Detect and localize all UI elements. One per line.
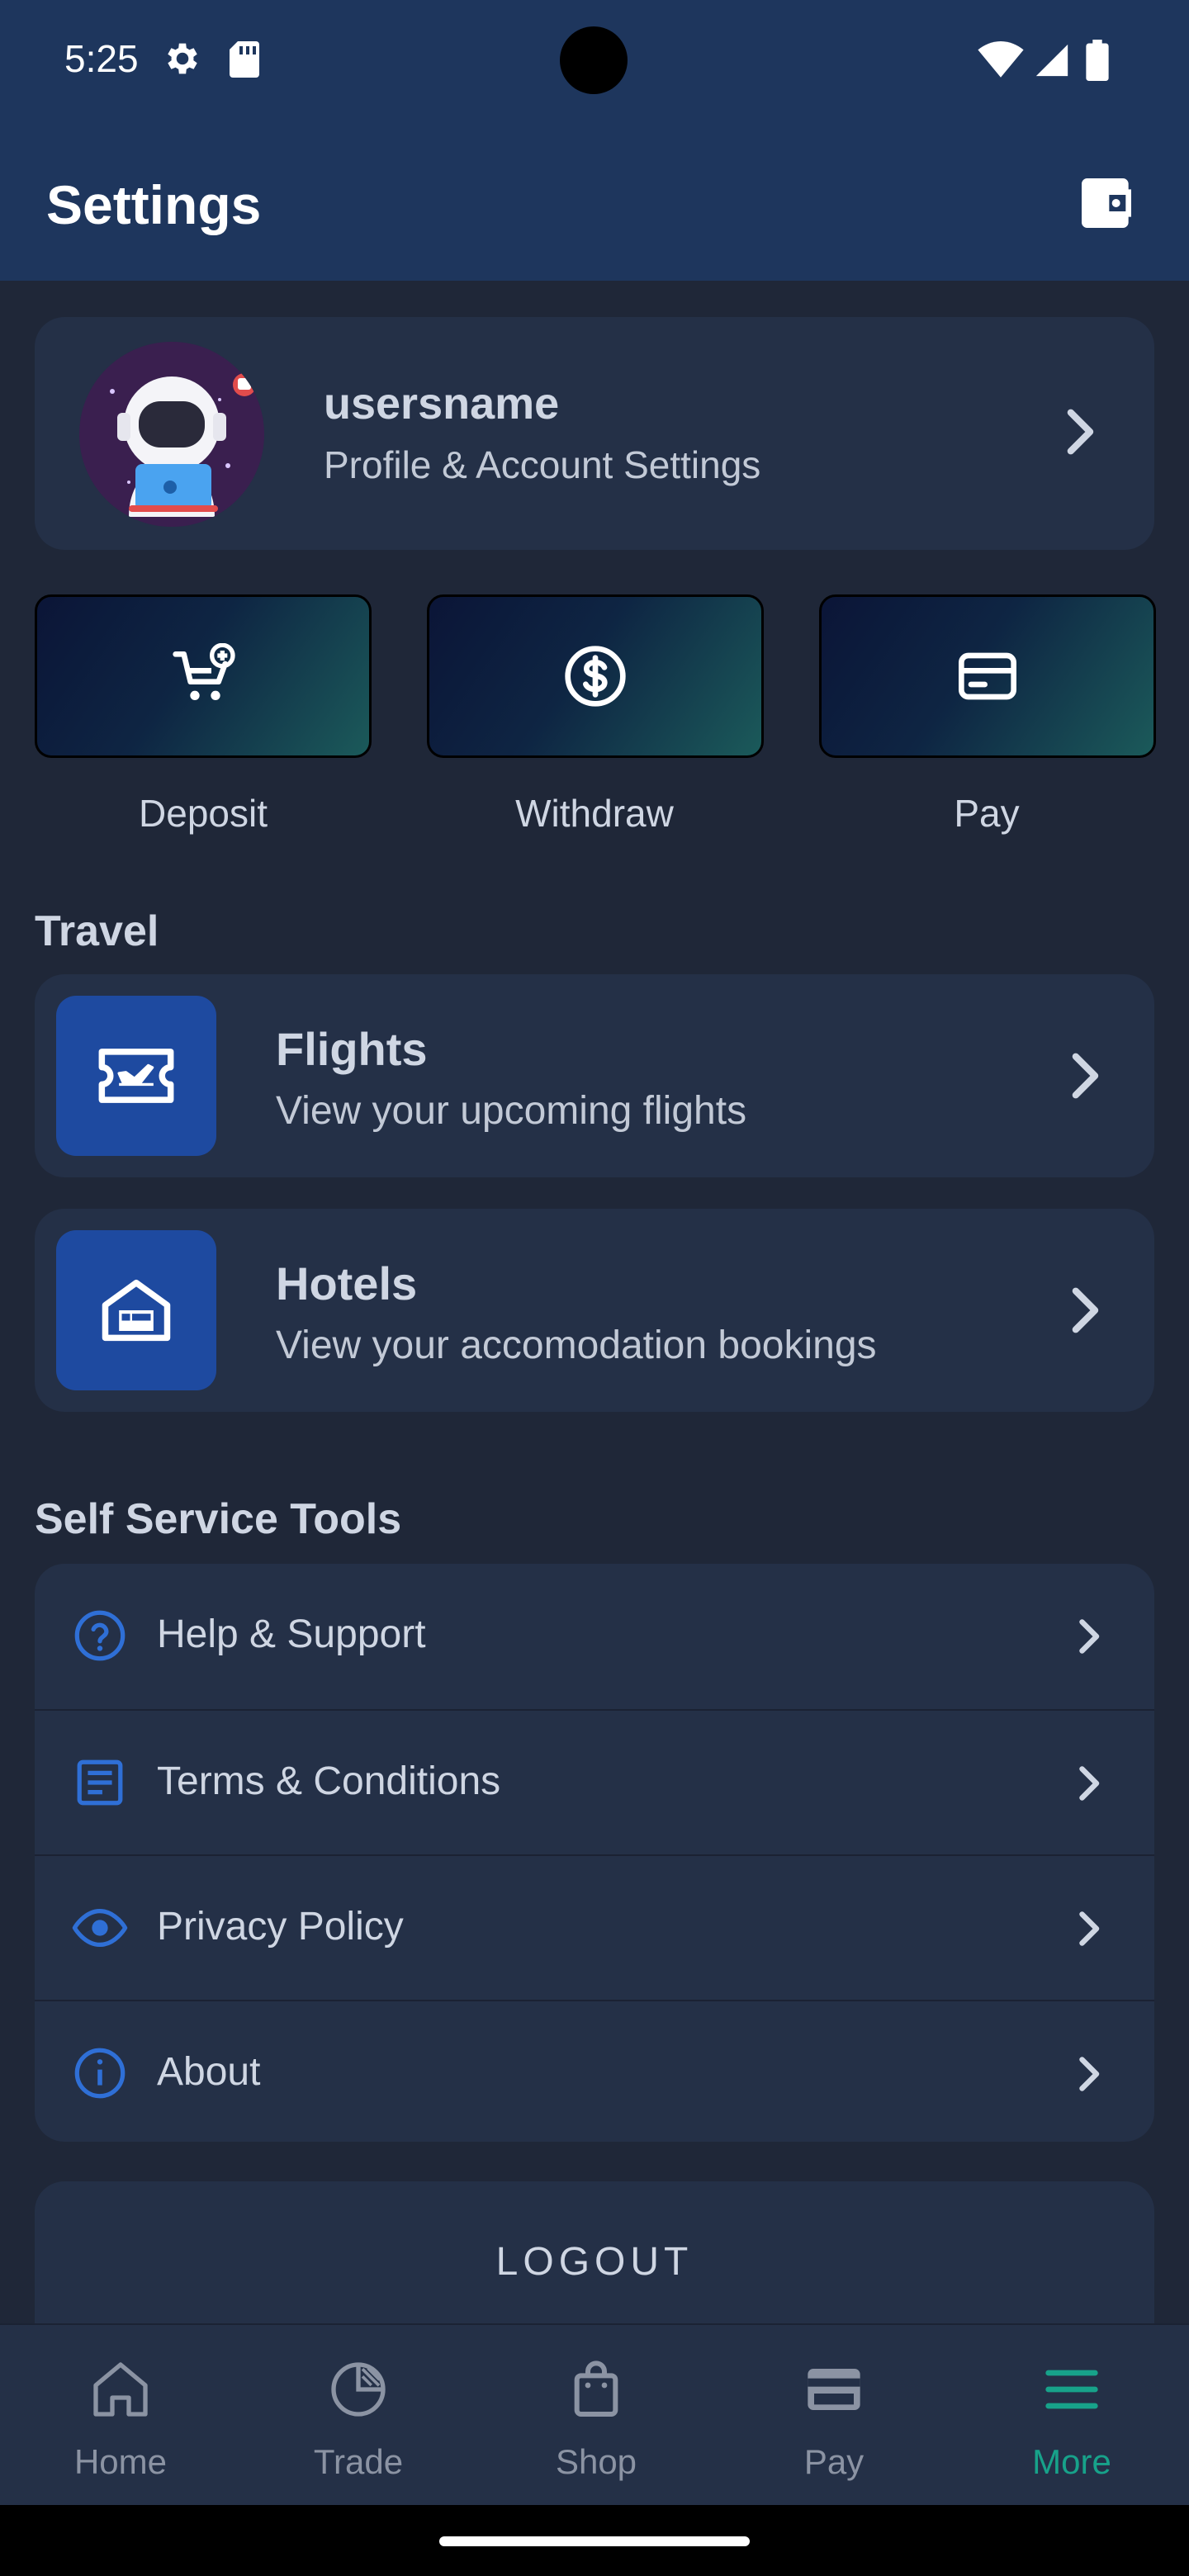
chevron-right-icon [1079, 2057, 1100, 2091]
document-icon [77, 1759, 123, 1806]
withdraw-label: Withdraw [515, 792, 674, 835]
nav-home-label: Home [73, 2442, 168, 2481]
chevron-right-icon [1079, 1766, 1100, 1801]
signal-icon [1035, 44, 1068, 77]
chevron-right-icon [1079, 1911, 1100, 1946]
chevron-right-icon [1079, 1619, 1100, 1654]
deposit-button[interactable] [35, 594, 372, 758]
nav-pay[interactable]: Pay [715, 2325, 953, 2507]
menu-icon [1045, 2370, 1098, 2409]
credit-card-icon [959, 652, 1016, 700]
gesture-area [0, 2505, 1189, 2576]
privacy-policy-label: Privacy Policy [157, 1905, 404, 1949]
profile-name: usersname [324, 379, 560, 429]
hotels-title: Hotels [276, 1257, 418, 1309]
settings-gear-icon [168, 43, 197, 74]
pie-chart-icon [331, 2362, 386, 2417]
credit-card-icon [808, 2369, 860, 2410]
chevron-right-icon [1072, 1053, 1099, 1099]
status-bar: 5:25 [0, 0, 1189, 116]
pay-label: Pay [954, 792, 1020, 835]
astronaut-avatar-illustration [79, 342, 264, 527]
info-circle-icon [74, 2048, 126, 2099]
tools-section-title: Self Service Tools [35, 1495, 402, 1543]
hotels-subtitle: View your accomodation bookings [276, 1324, 877, 1367]
help-support-item[interactable]: Help & Support [35, 1564, 1154, 1708]
withdraw-button[interactable] [427, 594, 764, 758]
status-time: 5:25 [64, 37, 139, 80]
nav-pay-label: Pay [803, 2442, 865, 2481]
about-label: About [157, 2050, 261, 2094]
page-title: Settings [46, 174, 262, 235]
wifi-icon [978, 41, 1024, 78]
profile-subtitle: Profile & Account Settings [324, 443, 761, 486]
cart-add-icon [173, 643, 235, 700]
flights-subtitle: View your upcoming flights [276, 1089, 747, 1133]
astronaut-avatar [79, 342, 264, 527]
battery-icon [1086, 40, 1109, 81]
nav-shop[interactable]: Shop [477, 2325, 715, 2507]
eye-icon [72, 1908, 128, 1948]
help-circle-icon [74, 1610, 126, 1661]
hotel-icon [102, 1279, 171, 1342]
nav-trade-label: Trade [313, 2442, 404, 2481]
profile-card[interactable]: usersname Profile & Account Settings [35, 317, 1154, 550]
terms-conditions-item[interactable]: Terms & Conditions [35, 1709, 1154, 1855]
sd-card-icon [230, 41, 259, 78]
terms-conditions-label: Terms & Conditions [157, 1759, 501, 1803]
logout-button[interactable]: LOGOUT [35, 2181, 1154, 2346]
flights-title: Flights [276, 1023, 428, 1075]
nav-home[interactable]: Home [2, 2325, 239, 2507]
chevron-right-icon [1072, 1287, 1099, 1333]
hotels-card[interactable]: Hotels View your accomodation bookings [35, 1209, 1154, 1412]
about-item[interactable]: About [35, 2000, 1154, 2142]
deposit-label: Deposit [139, 792, 268, 835]
hotels-icon-box [56, 1230, 216, 1390]
nav-more-label: More [1032, 2442, 1111, 2481]
wallet-icon[interactable] [1073, 170, 1139, 236]
chevron-right-icon [1067, 409, 1094, 455]
bottom-nav: Home Trade Shop Pay More [0, 2323, 1189, 2507]
pay-button[interactable] [819, 594, 1156, 758]
home-icon [93, 2362, 148, 2417]
shopping-bag-icon [574, 2361, 618, 2417]
app-bar: Settings [0, 116, 1189, 281]
travel-section-title: Travel [35, 907, 159, 955]
flights-card[interactable]: Flights View your upcoming flights [35, 974, 1154, 1177]
flight-ticket-icon [98, 1049, 174, 1103]
nav-more[interactable]: More [953, 2325, 1189, 2507]
dollar-circle-icon [565, 646, 626, 707]
nav-shop-label: Shop [555, 2442, 637, 2481]
flights-icon-box [56, 996, 216, 1156]
privacy-policy-item[interactable]: Privacy Policy [35, 1854, 1154, 2001]
nav-trade[interactable]: Trade [239, 2325, 477, 2507]
logout-label: LOGOUT [495, 2240, 694, 2284]
help-support-label: Help & Support [157, 1612, 426, 1656]
tools-list: Help & Support Terms & Conditions Privac… [35, 1564, 1154, 2142]
camera-cutout [560, 26, 628, 94]
home-gesture-bar[interactable] [439, 2536, 750, 2546]
